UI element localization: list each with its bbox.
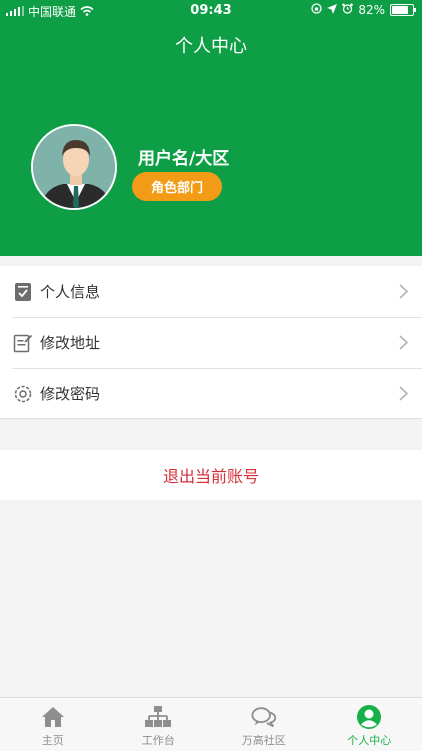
menu-divider: [0, 418, 422, 419]
chevron-right-icon: [399, 284, 408, 303]
profile-header: 中国联通 09:43 82% 个人中心: [0, 0, 422, 256]
tab-community[interactable]: 万高社区: [211, 698, 317, 751]
chat-bubbles-icon: [251, 704, 277, 730]
location-icon: [327, 3, 337, 17]
tab-profile[interactable]: 个人中心: [317, 698, 422, 751]
battery-icon: [390, 4, 414, 16]
menu-label: 个人信息: [40, 281, 100, 302]
status-bar: 中国联通 09:43 82%: [0, 0, 422, 22]
menu-item-change-password[interactable]: 修改密码: [0, 368, 422, 419]
id-card-icon: [13, 282, 33, 302]
logout-button[interactable]: 退出当前账号: [0, 450, 422, 500]
battery-fill: [392, 6, 408, 14]
username: 用户名/大区: [138, 144, 229, 169]
alarm-icon: [342, 3, 353, 17]
tab-workbench[interactable]: 工作台: [106, 698, 212, 751]
user-avatar-icon: [33, 126, 117, 210]
tab-label: 工作台: [142, 732, 175, 748]
page-title: 个人中心: [0, 32, 422, 58]
chevron-right-icon: [399, 386, 408, 405]
org-chart-icon: [145, 704, 171, 730]
role-department-button[interactable]: 角色部门: [132, 172, 222, 201]
tab-bar: 主页 工作台 万高社区 个人中心: [0, 697, 422, 751]
avatar[interactable]: [31, 124, 117, 210]
lock-rotation-icon: [311, 3, 322, 17]
home-icon: [40, 704, 66, 730]
tab-label: 个人中心: [347, 732, 391, 748]
menu-item-personal-info[interactable]: 个人信息: [0, 266, 422, 317]
chevron-right-icon: [399, 335, 408, 354]
battery-percent: 82%: [358, 3, 385, 17]
tab-home[interactable]: 主页: [0, 698, 106, 751]
tab-label: 主页: [42, 732, 64, 748]
tab-label: 万高社区: [242, 732, 286, 748]
gear-icon: [13, 384, 33, 404]
user-circle-icon: [356, 704, 382, 730]
settings-menu: 个人信息 修改地址 修改密码: [0, 266, 422, 419]
menu-label: 修改密码: [40, 383, 100, 404]
edit-note-icon: [13, 333, 33, 353]
menu-label: 修改地址: [40, 332, 100, 353]
menu-item-edit-address[interactable]: 修改地址: [0, 317, 422, 368]
